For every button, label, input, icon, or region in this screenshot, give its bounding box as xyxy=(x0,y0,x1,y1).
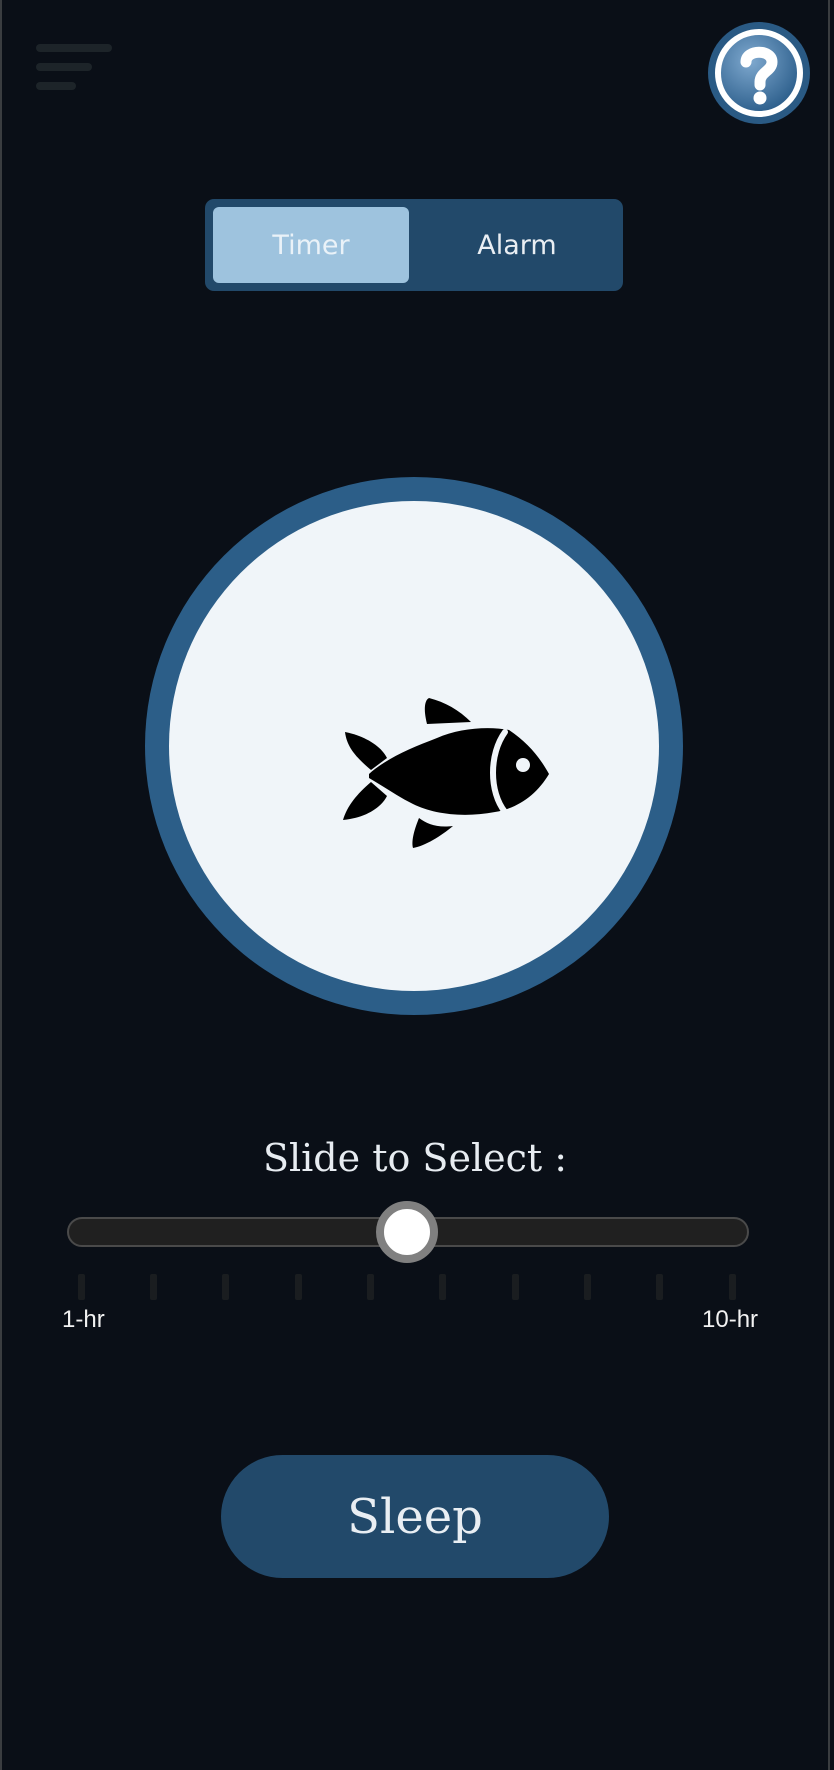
sleep-button[interactable]: Sleep xyxy=(221,1455,609,1578)
sleep-display-ring xyxy=(145,477,683,1015)
slider-min-label: 1-hr xyxy=(62,1306,105,1333)
hamburger-menu-icon[interactable] xyxy=(36,44,112,96)
slider-tick xyxy=(728,1274,736,1300)
slider-label: Slide to Select : xyxy=(262,1136,568,1180)
slider-tick xyxy=(511,1274,519,1300)
slider-tick xyxy=(222,1274,230,1300)
slider-tick xyxy=(77,1274,85,1300)
tab-timer[interactable]: Timer xyxy=(213,207,409,283)
slider-ticks xyxy=(0,1274,834,1300)
slider-tick xyxy=(439,1274,447,1300)
slider-tick xyxy=(656,1274,664,1300)
mode-toggle: Timer Alarm xyxy=(205,199,623,291)
slider-max-label: 10-hr xyxy=(702,1306,759,1333)
slider-tick xyxy=(149,1274,157,1300)
slider-tick xyxy=(583,1274,591,1300)
menu-line xyxy=(36,44,112,52)
menu-line xyxy=(36,63,92,71)
question-mark-icon xyxy=(711,25,807,121)
help-button[interactable] xyxy=(708,22,810,124)
sleep-display xyxy=(169,501,659,991)
tab-alarm[interactable]: Alarm xyxy=(419,207,615,283)
duration-slider-thumb[interactable] xyxy=(375,1201,438,1263)
fish-icon xyxy=(343,698,549,848)
slider-tick xyxy=(294,1274,302,1300)
slider-tick xyxy=(366,1274,374,1300)
menu-line xyxy=(36,82,76,90)
